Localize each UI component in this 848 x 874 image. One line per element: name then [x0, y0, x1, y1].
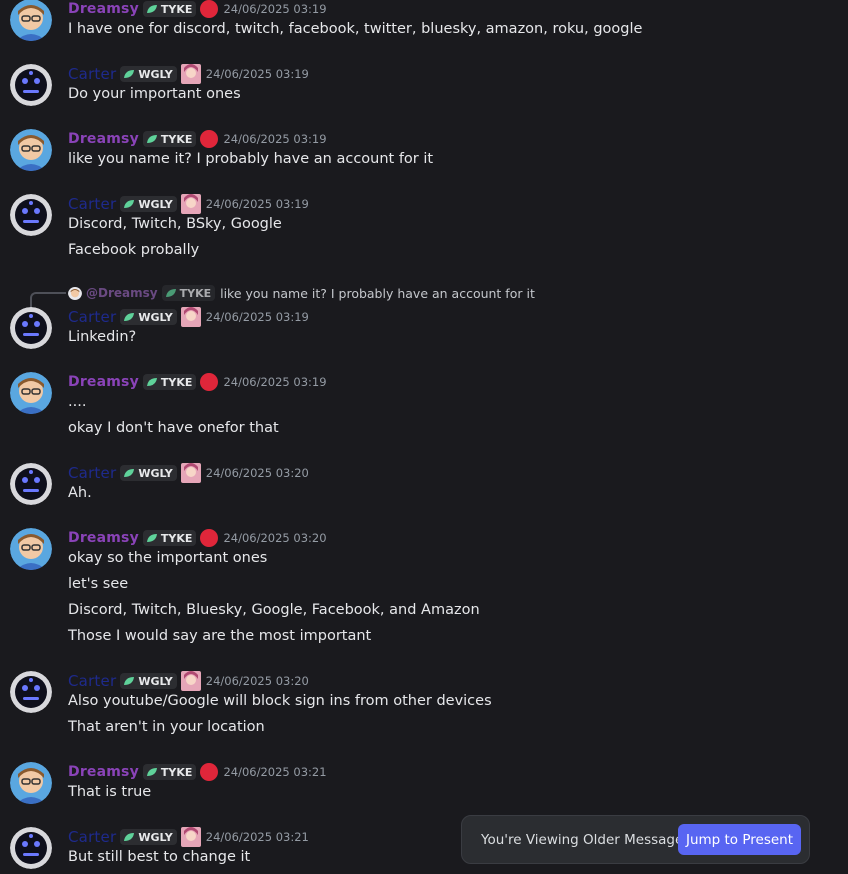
leaf-icon [146, 768, 157, 776]
timestamp: 24/06/2025 03:19 [205, 67, 309, 81]
timestamp: 24/06/2025 03:19 [205, 310, 309, 324]
username[interactable]: Dreamsy [68, 131, 139, 147]
message-text: .... [68, 394, 87, 410]
older-messages-bar: You're Viewing Older Messages Jump to Pr… [461, 815, 810, 864]
leaf-icon [146, 135, 157, 143]
message-text: Those I would say are the most important [68, 628, 372, 644]
username[interactable]: Dreamsy [68, 1, 139, 17]
timestamp: 24/06/2025 03:21 [205, 830, 309, 844]
reply-mention[interactable]: @Dreamsy [86, 286, 158, 300]
message-text: Discord, Twitch, BSky, Google [68, 216, 282, 232]
avatar-carter[interactable] [10, 307, 52, 349]
server-tag[interactable]: TYKE [142, 764, 197, 780]
username[interactable]: Dreamsy [68, 530, 139, 546]
avatar-carter[interactable] [10, 194, 52, 236]
server-tag[interactable]: WGLY [120, 465, 177, 481]
username[interactable]: Carter [68, 828, 116, 846]
leaf-icon [146, 378, 157, 386]
message-text: Facebook probally [68, 242, 200, 258]
leaf-icon [124, 833, 135, 841]
timestamp: 24/06/2025 03:20 [205, 674, 309, 688]
status-badge [200, 130, 219, 148]
message-text: like you name it? I probably have an acc… [68, 151, 434, 167]
username[interactable]: Carter [68, 464, 116, 482]
leaf-icon [124, 313, 135, 321]
avatar-carter[interactable] [10, 463, 52, 505]
leaf-icon [165, 289, 176, 297]
leaf-icon [146, 5, 157, 13]
role-icon [180, 194, 201, 214]
avatar-carter[interactable] [10, 64, 52, 106]
message-text: But still best to change it [68, 849, 251, 865]
server-tag[interactable]: TYKE [142, 374, 197, 390]
timestamp: 24/06/2025 03:19 [223, 2, 327, 16]
reply-preview[interactable]: @Dreamsy TYKE like you name it? I probab… [68, 285, 535, 301]
avatar-dreamsy[interactable] [10, 762, 52, 804]
server-tag[interactable]: WGLY [120, 673, 177, 689]
message-text: Discord, Twitch, Bluesky, Google, Facebo… [68, 602, 480, 618]
role-icon [180, 463, 201, 483]
message-text: Also youtube/Google will block sign ins … [68, 693, 492, 709]
message-text: Ah. [68, 485, 92, 501]
timestamp: 24/06/2025 03:19 [223, 132, 327, 146]
server-tag[interactable]: TYKE [142, 530, 197, 546]
server-tag[interactable]: WGLY [120, 66, 177, 82]
timestamp: 24/06/2025 03:19 [223, 375, 327, 389]
username[interactable]: Carter [68, 308, 116, 326]
role-icon [180, 64, 201, 84]
timestamp: 24/06/2025 03:19 [205, 197, 309, 211]
username[interactable]: Dreamsy [68, 764, 139, 780]
role-icon [180, 307, 201, 327]
leaf-icon [146, 534, 157, 542]
server-tag[interactable]: TYKE [142, 1, 197, 17]
leaf-icon [124, 469, 135, 477]
message-text: I have one for discord, twitch, facebook… [68, 21, 643, 37]
server-tag[interactable]: WGLY [120, 309, 177, 325]
status-badge [200, 763, 219, 781]
avatar-carter[interactable] [10, 671, 52, 713]
status-badge [200, 0, 219, 18]
message-text: That is true [68, 784, 152, 800]
server-tag[interactable]: WGLY [120, 196, 177, 212]
avatar-dreamsy[interactable] [10, 372, 52, 414]
leaf-icon [124, 200, 135, 208]
message-text: let's see [68, 576, 129, 592]
server-tag: TYKE [161, 285, 216, 301]
avatar-dreamsy [68, 286, 82, 300]
message-text: That aren't in your location [68, 719, 265, 735]
reply-text[interactable]: like you name it? I probably have an acc… [220, 286, 535, 301]
avatar-carter[interactable] [10, 827, 52, 869]
leaf-icon [124, 677, 135, 685]
status-badge [200, 373, 219, 391]
server-tag[interactable]: WGLY [120, 829, 177, 845]
jump-to-present-button[interactable]: Jump to Present [678, 824, 801, 855]
message-text: okay I don't have onefor that [68, 420, 279, 436]
username[interactable]: Carter [68, 195, 116, 213]
timestamp: 24/06/2025 03:20 [223, 531, 327, 545]
server-tag[interactable]: TYKE [142, 131, 197, 147]
status-badge [200, 529, 219, 547]
timestamp: 24/06/2025 03:21 [223, 765, 327, 779]
message-text: okay so the important ones [68, 550, 268, 566]
role-icon [180, 671, 201, 691]
role-icon [180, 827, 201, 847]
message-text: Linkedin? [68, 329, 137, 345]
avatar-dreamsy[interactable] [10, 129, 52, 171]
username[interactable]: Carter [68, 65, 116, 83]
leaf-icon [124, 70, 135, 78]
username[interactable]: Dreamsy [68, 374, 139, 390]
timestamp: 24/06/2025 03:20 [205, 466, 309, 480]
avatar-dreamsy[interactable] [10, 528, 52, 570]
username[interactable]: Carter [68, 672, 116, 690]
older-messages-label: You're Viewing Older Messages [481, 832, 691, 848]
message-text: Do your important ones [68, 86, 241, 102]
avatar-dreamsy[interactable] [10, 0, 52, 41]
